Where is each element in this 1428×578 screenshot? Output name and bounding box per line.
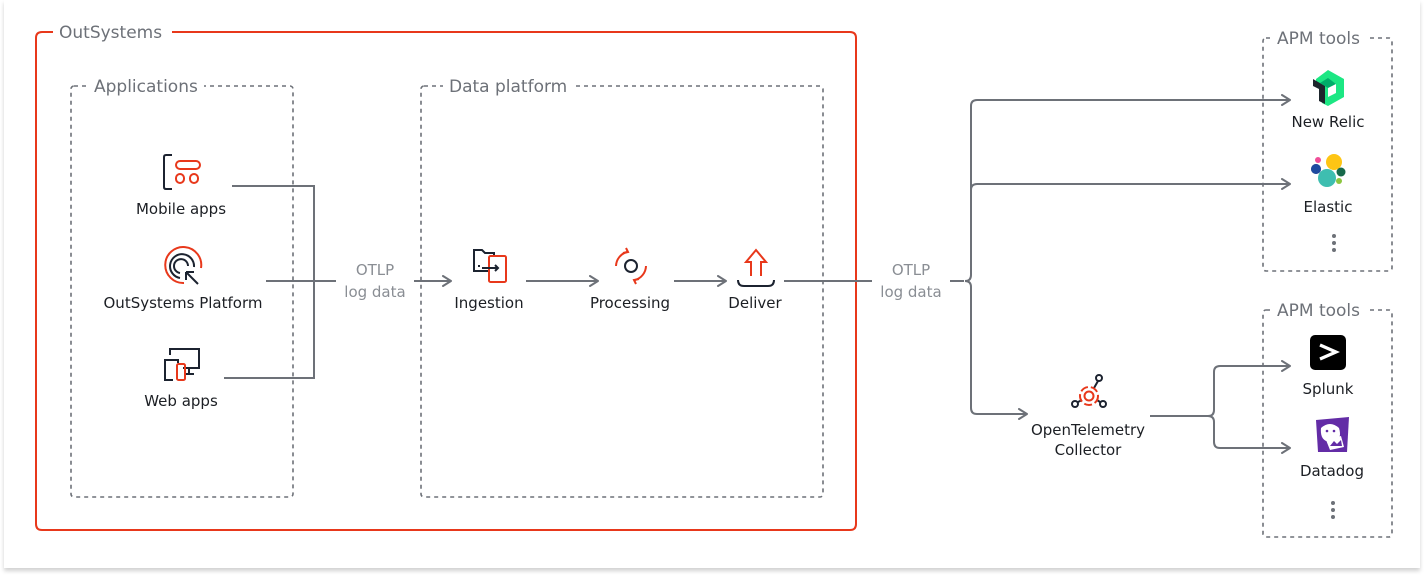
- web-apps-icon: [164, 348, 200, 381]
- apm-tools-bottom-group-title: APM tools: [1271, 301, 1366, 321]
- data-platform-group-title: Data platform: [443, 77, 574, 97]
- deliver-icon: [737, 248, 775, 287]
- collector-brace: [1207, 365, 1290, 449]
- splunk-label: Splunk: [1302, 380, 1354, 398]
- diagram-lines: [35, 31, 1393, 538]
- otel-collector-label: OpenTelemetry Collector: [1018, 420, 1158, 460]
- data-platform-group-border: [420, 85, 824, 498]
- otlp-in-label-line2: log data: [344, 283, 406, 301]
- applications-group-border: [70, 85, 294, 498]
- datadog-label: Datadog: [1299, 462, 1365, 480]
- applications-group-title: Applications: [88, 77, 204, 97]
- otel-collector-label-line1: OpenTelemetry: [1030, 421, 1146, 439]
- datadog-logo-icon: [1316, 417, 1349, 452]
- otlp-out-label: OTLP log data: [872, 259, 950, 303]
- otlp-in-label: OTLP log data: [336, 259, 414, 303]
- outsystems-platform-label: OutSystems Platform: [103, 294, 263, 312]
- elastic-label: Elastic: [1303, 198, 1353, 216]
- opentelemetry-icon: [1071, 374, 1107, 408]
- ingestion-icon: [473, 249, 507, 283]
- splunk-logo-icon: [1310, 335, 1346, 370]
- mobile-apps-icon: [163, 154, 201, 190]
- more-icon-bottom: [1331, 501, 1335, 519]
- processing-label: Processing: [589, 294, 671, 312]
- otlp-out-label-line2: log data: [880, 283, 942, 301]
- outsystems-platform-icon: [164, 246, 203, 285]
- more-icon-top: [1332, 234, 1336, 252]
- outsystems-group-title: OutSystems: [53, 23, 169, 43]
- elastic-logo-icon: [1311, 154, 1346, 187]
- otlp-out-label-line1: OTLP: [891, 261, 931, 279]
- new-relic-label: New Relic: [1291, 113, 1365, 131]
- ingestion-label: Ingestion: [454, 294, 524, 312]
- otlp-in-label-line1: OTLP: [355, 261, 395, 279]
- processing-icon: [615, 247, 647, 285]
- otel-collector-label-line2: Collector: [1054, 441, 1122, 459]
- new-relic-logo-icon: [1313, 70, 1344, 106]
- connector-to-elastic: [970, 184, 1290, 190]
- mobile-apps-label: Mobile apps: [135, 200, 227, 218]
- web-apps-label: Web apps: [144, 392, 218, 410]
- apm-tools-top-group-title: APM tools: [1271, 29, 1366, 49]
- deliver-label: Deliver: [728, 294, 782, 312]
